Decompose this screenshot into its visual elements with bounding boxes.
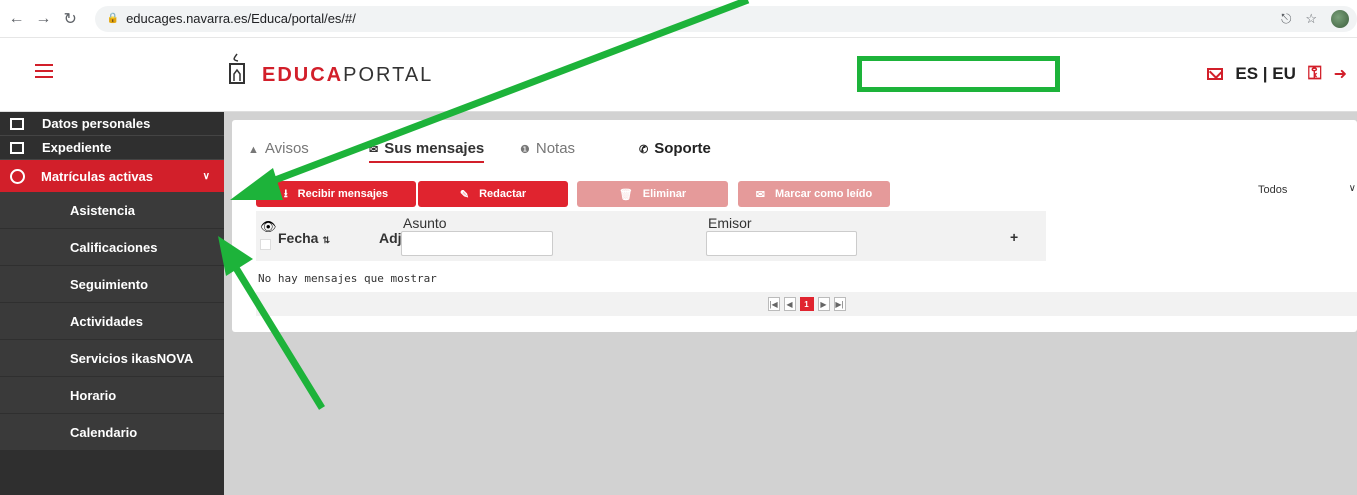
- current-page[interactable]: 1: [799, 297, 814, 311]
- sidebar-subitem-asistencia[interactable]: Asistencia: [0, 192, 224, 229]
- avatar[interactable]: [1331, 9, 1350, 28]
- logout-icon[interactable]: ➜: [1334, 64, 1347, 84]
- sidebar-item-matriculas-activas[interactable]: Matrículas activas ∨: [0, 160, 224, 192]
- last-page-button[interactable]: ▶|: [833, 297, 846, 311]
- address-bar[interactable]: 🔒 educages.navarra.es/Educa/portal/es/#/…: [94, 5, 1357, 32]
- message-toolbar: ⭳ Recibir mensajes ✎ Redactar 🗑 Eliminar ✉ M…: [256, 181, 1357, 207]
- column-emisor: Emisor: [708, 215, 752, 231]
- folder-icon: [10, 141, 24, 154]
- app-header: EDUCAPORTAL ES | EU ⚿ ➜: [0, 38, 1357, 112]
- pagination: |◀ ◀ 1 ▶ ▶|: [256, 292, 1357, 316]
- chevron-down-icon: ∨: [202, 170, 210, 182]
- prev-page-button[interactable]: ◀: [783, 297, 796, 311]
- submenu: Asistencia Calificaciones Seguimiento Ac…: [0, 192, 224, 451]
- asunto-filter-input[interactable]: [401, 231, 553, 256]
- tab-sus-mensajes[interactable]: ✉ Sus mensajes: [369, 140, 485, 163]
- forward-icon[interactable]: →: [33, 10, 54, 28]
- sidebar-item-expediente[interactable]: Expediente: [0, 136, 224, 160]
- next-page-button[interactable]: ▶: [817, 297, 830, 311]
- mail-icon: ✉: [369, 144, 379, 156]
- add-column-button[interactable]: +: [1010, 229, 1018, 245]
- sidebar-item-datos-personales[interactable]: Datos personales: [0, 112, 224, 136]
- menu-icon[interactable]: [35, 64, 53, 78]
- sidebar: Datos personales Expediente Matrículas a…: [0, 112, 224, 495]
- sidebar-subitem-calendario[interactable]: Calendario: [0, 414, 224, 451]
- info-icon: ❶: [520, 144, 530, 156]
- educa-logo-icon: [229, 53, 245, 84]
- key-icon[interactable]: ⎋: [1281, 11, 1291, 27]
- id-card-icon: [10, 117, 24, 130]
- sidebar-subitem-seguimiento[interactable]: Seguimiento: [0, 266, 224, 303]
- language-switch[interactable]: ES | EU: [1235, 64, 1296, 84]
- emisor-filter-input[interactable]: [706, 231, 857, 256]
- highlight-box: [857, 56, 1060, 92]
- column-asunto: Asunto: [403, 215, 447, 231]
- main-content: ▲ Avisos ✉ Sus mensajes ❶ Notas ✆ Soporte ⭳ R…: [224, 112, 1357, 495]
- empty-message: No hay mensajes que mostrar: [258, 272, 437, 285]
- phone-icon: ✆: [639, 144, 649, 156]
- tab-soporte[interactable]: ✆ Soporte: [639, 140, 711, 157]
- envelope-open-icon: ✉: [755, 188, 765, 201]
- mail-icon[interactable]: [1207, 67, 1224, 80]
- filter-select[interactable]: Todos ∨: [1236, 181, 1357, 207]
- first-page-button[interactable]: |◀: [767, 297, 780, 311]
- select-all-checkbox[interactable]: [260, 239, 271, 250]
- star-icon[interactable]: ☆: [1305, 11, 1317, 27]
- compose-button[interactable]: ✎ Redactar: [418, 181, 568, 207]
- sidebar-subitem-horario[interactable]: Horario: [0, 377, 224, 414]
- column-fecha[interactable]: Fecha ⇅: [278, 230, 330, 246]
- sidebar-subitem-actividades[interactable]: Actividades: [0, 303, 224, 340]
- sort-icon: ⇅: [322, 235, 331, 245]
- download-icon: ⭳: [283, 187, 288, 200]
- key-icon[interactable]: ⚿: [1308, 63, 1322, 84]
- sidebar-subitem-calificaciones[interactable]: Calificaciones: [0, 229, 224, 266]
- browser-toolbar: ← → ↻ 🔒 educages.navarra.es/Educa/portal…: [0, 0, 1357, 38]
- palette-icon: [10, 168, 25, 184]
- edit-icon: ✎: [459, 188, 470, 201]
- messages-panel: ▲ Avisos ✉ Sus mensajes ❶ Notas ✆ Soporte ⭳ R…: [232, 120, 1357, 332]
- reload-icon[interactable]: ↻: [60, 9, 81, 29]
- url-text: educages.navarra.es/Educa/portal/es/#/: [126, 11, 356, 26]
- delete-button[interactable]: 🗑 Eliminar: [577, 181, 728, 207]
- sidebar-subitem-servicios-ikasnova[interactable]: Servicios ikasNOVA: [0, 340, 224, 377]
- chevron-down-icon: ∨: [1348, 183, 1356, 194]
- back-icon[interactable]: ←: [6, 10, 27, 28]
- table-header: 👁 Fecha ⇅ Adj. Asunto Emisor +: [256, 211, 1046, 261]
- lock-icon: 🔒: [106, 13, 120, 24]
- eye-icon: 👁: [260, 219, 277, 234]
- mark-read-button[interactable]: ✉ Marcar como leído: [738, 181, 890, 207]
- tab-avisos[interactable]: ▲ Avisos: [248, 140, 309, 157]
- receive-messages-button[interactable]: ⭳ Recibir mensajes: [256, 181, 416, 207]
- tab-bar: ▲ Avisos ✉ Sus mensajes ❶ Notas ✆ Soporte: [232, 120, 1357, 175]
- brand-name[interactable]: EDUCAPORTAL: [262, 64, 433, 87]
- tab-notas[interactable]: ❶ Notas: [520, 140, 575, 157]
- bell-icon: ▲: [248, 144, 259, 156]
- trash-icon: 🗑: [618, 188, 633, 201]
